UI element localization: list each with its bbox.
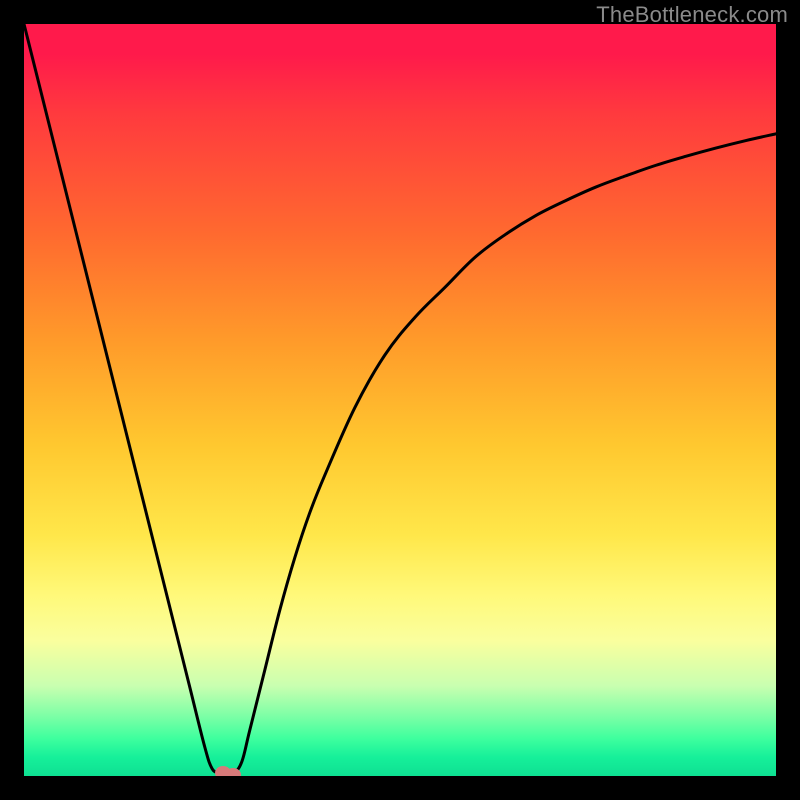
chart-frame: TheBottleneck.com: [0, 0, 800, 800]
marker-group: [215, 766, 241, 776]
plot-area: [24, 24, 776, 776]
curve-svg: [24, 24, 776, 776]
watermark-text: TheBottleneck.com: [596, 2, 788, 28]
bottleneck-curve-path: [24, 24, 776, 776]
curve-group: [24, 24, 776, 776]
